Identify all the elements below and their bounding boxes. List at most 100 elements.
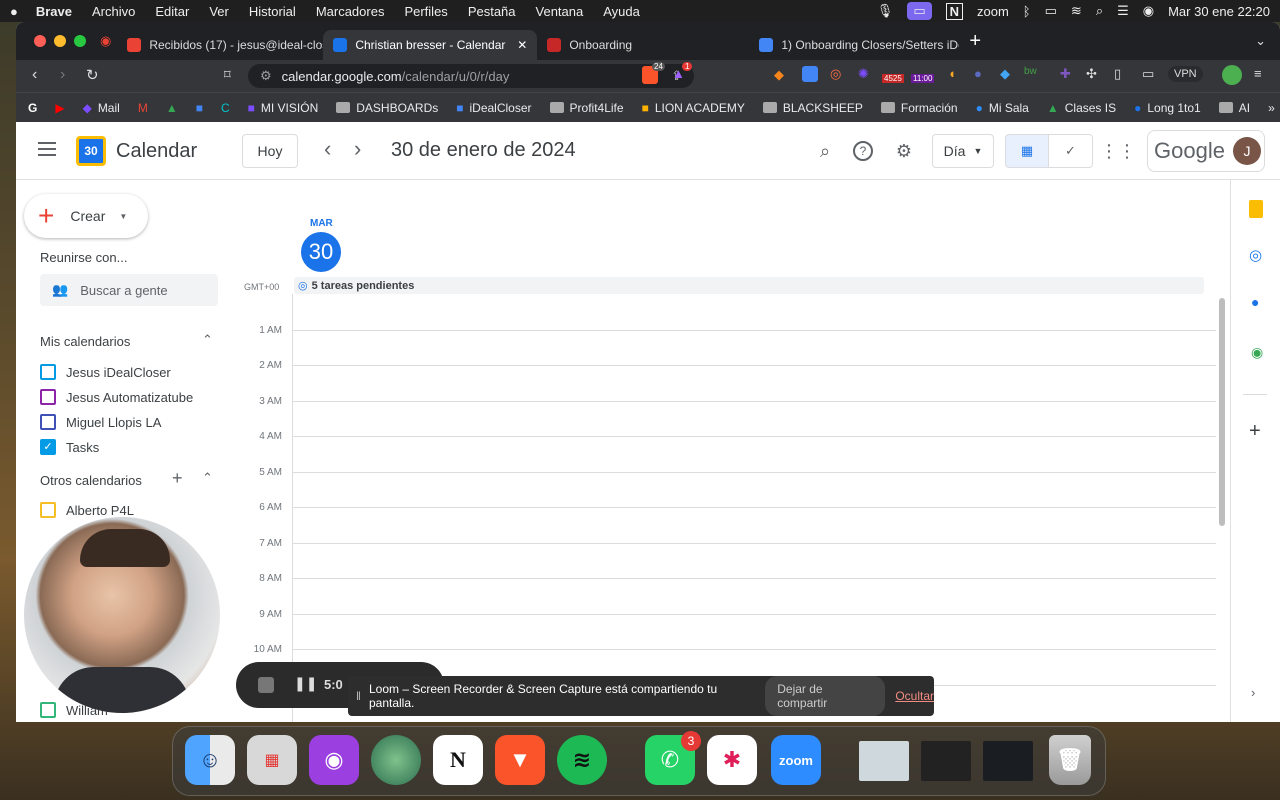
checkbox[interactable] (40, 389, 56, 405)
wallet-icon[interactable]: ▭ (1142, 66, 1154, 82)
expand-panel-chevron-icon[interactable]: › (1251, 685, 1255, 700)
bookmark-mail[interactable]: ◆ Mail (83, 101, 120, 115)
calendar-item[interactable]: ✓ Tasks (40, 439, 99, 455)
grid-scrollbar[interactable] (1219, 298, 1225, 526)
bookmark-formacion[interactable]: Formación (880, 101, 958, 115)
translate-extension-icon[interactable] (802, 66, 818, 82)
canva-bookmark-icon[interactable]: C (221, 101, 230, 115)
translate-bookmark-icon[interactable]: ■ (196, 101, 203, 115)
next-day-icon[interactable]: › (354, 136, 361, 162)
notion-icon[interactable]: N (433, 735, 483, 785)
search-icon[interactable]: ⌕ (809, 135, 841, 167)
menu-editar[interactable]: Editar (155, 4, 189, 19)
macos-installer-icon[interactable] (371, 735, 421, 785)
tab-gmail[interactable]: Recibidos (17) - jesus@ideal-closer (117, 30, 323, 60)
get-addons-plus-icon[interactable]: + (1249, 420, 1261, 443)
menu-marcadores[interactable]: Marcadores (316, 4, 385, 19)
maps-icon[interactable]: ◉ (1251, 344, 1263, 361)
bookmark-dashboards[interactable]: DASHBOARDs (336, 101, 438, 115)
close-tab-icon[interactable]: ✕ (517, 38, 527, 52)
bookmark-idealcloser[interactable]: ■ iDealCloser (456, 101, 531, 115)
menu-app-name[interactable]: Brave (36, 4, 72, 19)
browser-menu-icon[interactable]: ≡ (1254, 66, 1262, 81)
checkbox[interactable] (40, 364, 56, 380)
extension-icon-orange[interactable]: ◎ (830, 66, 841, 82)
menu-ayuda[interactable]: Ayuda (603, 4, 640, 19)
calendar-logo-icon[interactable]: 30 (76, 136, 106, 166)
tab-onboarding[interactable]: Onboarding (537, 30, 749, 60)
slack-icon[interactable]: ✱ (707, 735, 757, 785)
menu-perfiles[interactable]: Perfiles (404, 4, 447, 19)
main-menu-icon[interactable] (38, 142, 56, 156)
bookmark-lion-academy[interactable]: ■ LION ACADEMY (642, 101, 745, 115)
trash-icon[interactable]: 🗑 (1049, 735, 1091, 785)
tasks-pending-chip[interactable]: ◎ 5 tareas pendientes (294, 277, 1204, 294)
help-icon[interactable]: ? (853, 141, 873, 161)
bookmark-blacksheep[interactable]: BLACKSHEEP (762, 101, 863, 115)
minimize-window-button[interactable] (54, 35, 66, 47)
extension-icon-chart[interactable]: ◖ (948, 66, 956, 81)
my-calendars-title[interactable]: Mis calendarios (40, 334, 130, 349)
day-number[interactable]: 30 (301, 232, 341, 272)
extensions-puzzle-icon[interactable]: ✣ (1086, 66, 1097, 82)
bookmark-long-1to1[interactable]: ● Long 1to1 (1134, 101, 1201, 115)
account-avatar[interactable]: J (1232, 137, 1261, 165)
collapse-chevron-icon[interactable]: ⌃ (202, 470, 213, 486)
calendar-item[interactable]: Miguel Llopis LA (40, 414, 161, 430)
screen-share-icon[interactable]: ▭ (907, 2, 932, 20)
more-bookmarks-icon[interactable]: » (1268, 101, 1275, 115)
bookmark-mi-sala[interactable]: ● Mi Sala (976, 101, 1029, 115)
control-center-icon[interactable]: ☰ (1117, 3, 1129, 19)
menu-archivo[interactable]: Archivo (92, 4, 135, 19)
finder-icon[interactable]: ☺ (185, 735, 235, 785)
create-button[interactable]: + Crear ▼ (24, 194, 148, 238)
stop-sharing-button[interactable]: Dejar de compartir (765, 676, 886, 716)
checkbox[interactable] (40, 414, 56, 430)
extension-icon-green[interactable]: bw (1024, 66, 1037, 77)
siri-icon[interactable]: ◉ (1143, 3, 1154, 19)
contacts-icon[interactable]: ● (1251, 294, 1259, 310)
google-apps-icon[interactable]: ⋮⋮ (1100, 135, 1136, 167)
minimized-window-notion[interactable] (921, 741, 971, 781)
time-grid[interactable] (292, 294, 1216, 722)
search-people-field[interactable]: 👥 Buscar a gente (40, 274, 218, 306)
bookmark-profit4life[interactable]: Profit4Life (549, 101, 624, 115)
new-tab-icon[interactable]: + (969, 30, 981, 53)
bluetooth-icon[interactable]: ᛒ (1023, 4, 1031, 19)
reload-icon[interactable]: ↻ (86, 66, 99, 84)
calendar-item[interactable]: Alberto P4L (40, 502, 134, 518)
tab-calendar[interactable]: Christian bresser - Calendar ✕ (323, 30, 538, 60)
checkbox[interactable] (40, 502, 56, 518)
tab-list-chevron-icon[interactable]: ⌄ (1255, 33, 1266, 49)
drive-bookmark-icon[interactable]: ▲ (166, 101, 178, 115)
zoom-icon[interactable]: zoom (771, 735, 821, 785)
bookmark-ai[interactable]: AI (1218, 101, 1250, 115)
checkbox-checked[interactable]: ✓ (40, 439, 56, 455)
battery-icon[interactable]: ▭ (1045, 3, 1057, 19)
extension-badge-time[interactable]: 11:00 (911, 74, 935, 83)
forward-icon[interactable]: › (60, 66, 65, 84)
stop-recording-button[interactable] (258, 677, 274, 693)
brave-icon[interactable]: ▼ (495, 735, 545, 785)
minimized-window-slack[interactable] (983, 741, 1033, 781)
spotlight-search-icon[interactable]: ⌕ (1096, 3, 1103, 19)
google-account-box[interactable]: Google J (1147, 130, 1265, 172)
menubar-clock[interactable]: Mar 30 ene 22:20 (1168, 4, 1270, 19)
extension-icon-blue[interactable]: ◆ (1000, 66, 1010, 82)
wifi-icon[interactable]: ≋ (1071, 3, 1082, 19)
sidebar-toggle-icon[interactable]: ▯ (1114, 66, 1121, 82)
menu-pestana[interactable]: Pestaña (468, 4, 516, 19)
microphone-icon[interactable]: 🎙 (877, 3, 894, 19)
site-info-icon[interactable]: ⚙ (260, 68, 272, 84)
settings-gear-icon[interactable]: ⚙ (888, 135, 920, 167)
close-window-button[interactable] (34, 35, 46, 47)
tasks-icon[interactable]: ◎ (1249, 246, 1262, 264)
view-select[interactable]: Día ▼ (932, 134, 994, 168)
tab-onboarding-doc[interactable]: 1) Onboarding Closers/Setters iDeal (749, 30, 959, 60)
bookmark-mi-vision[interactable]: ■ MI VISIÓN (248, 101, 319, 115)
extension-icon-alien[interactable]: ● (974, 66, 982, 81)
menu-ventana[interactable]: Ventana (536, 4, 584, 19)
bookmark-icon[interactable]: ⌑ (224, 67, 231, 83)
extension-icon-puzzle-purple[interactable]: ✚ (1060, 66, 1071, 82)
zoom-menubar-label[interactable]: zoom (977, 4, 1009, 19)
